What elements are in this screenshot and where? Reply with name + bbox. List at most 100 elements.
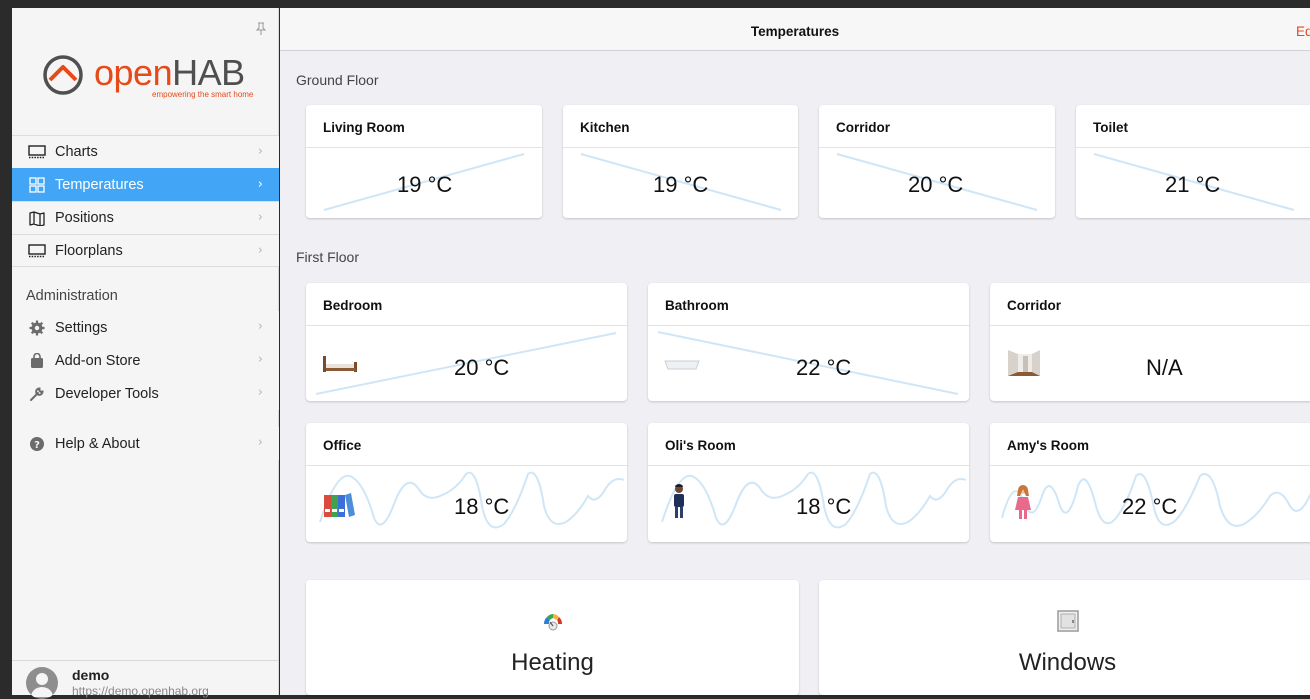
card-body: 18 °C: [306, 466, 627, 542]
room-card-bedroom[interactable]: Bedroom 20 °C: [306, 283, 627, 401]
card-title: Amy's Room: [990, 423, 1310, 466]
room-card-office[interactable]: Office 18 °C: [306, 423, 627, 542]
temperature-value: 20 °C: [454, 355, 510, 380]
admin-nav: Settings › Add-on Store › Developer Tool…: [12, 311, 279, 410]
bathtub-icon: [664, 360, 700, 370]
corridor-icon: [1008, 350, 1040, 376]
gear-icon: [26, 320, 48, 336]
tile-label: Heating: [511, 649, 594, 676]
room-card-corridor[interactable]: Corridor 20 °C: [819, 105, 1055, 218]
chevron-right-icon: ›: [257, 385, 263, 400]
user-url: https://demo.openhab.org: [72, 684, 209, 698]
edit-button[interactable]: Edit: [1296, 24, 1310, 39]
sidebar-item-label: Charts: [55, 144, 98, 160]
logo-mark-icon: [43, 55, 83, 95]
sidebar-item-positions[interactable]: Positions ›: [12, 201, 279, 234]
sidebar-item-charts[interactable]: Charts ›: [12, 135, 279, 168]
sidebar: openHAB empowering the smart home Charts…: [12, 8, 279, 699]
room-card-olis-room[interactable]: Oli's Room 18 °C: [648, 423, 969, 542]
chevron-right-icon: ›: [257, 319, 263, 334]
room-card-kitchen[interactable]: Kitchen 19 °C: [563, 105, 798, 218]
sidebar-item-label: Temperatures: [55, 177, 144, 193]
card-body: 22 °C: [990, 466, 1310, 542]
sidebar-item-settings[interactable]: Settings ›: [12, 311, 279, 344]
help-nav: ? Help & About ›: [12, 427, 279, 460]
user-name: demo: [72, 667, 110, 683]
floorplan-display-icon: [26, 243, 48, 259]
card-body: 21 °C: [1076, 148, 1310, 218]
logo-tagline: empowering the smart home: [152, 90, 254, 99]
pin-icon[interactable]: [256, 22, 266, 36]
card-body: 20 °C: [306, 326, 627, 401]
sidebar-item-label: Add-on Store: [55, 352, 141, 369]
chart-display-icon: [26, 144, 48, 160]
logo-open-text: open: [94, 52, 173, 93]
room-card-corridor-first-floor[interactable]: Corridor N/A: [990, 283, 1310, 401]
grid-icon: [26, 177, 48, 193]
temperature-value: 19 °C: [653, 172, 709, 197]
wrench-icon: [26, 386, 48, 402]
card-body: 19 °C: [306, 148, 542, 218]
card-title: Bathroom: [648, 283, 969, 326]
window-icon: [1056, 610, 1079, 632]
temperature-value: 22 °C: [1122, 494, 1178, 519]
girl-icon: [1015, 485, 1031, 519]
sidebar-item-help-about[interactable]: ? Help & About ›: [12, 427, 279, 460]
ground-floor-heading: Ground Floor: [296, 72, 379, 88]
room-card-living-room[interactable]: Living Room 19 °C: [306, 105, 542, 218]
page-title: Temperatures: [750, 24, 840, 39]
card-title: Oli's Room: [648, 423, 969, 466]
sidebar-item-label: Help & About: [55, 435, 140, 452]
tile-heating[interactable]: Heating: [306, 580, 799, 695]
sidebar-item-label: Settings: [55, 319, 108, 336]
card-body: 20 °C: [819, 148, 1055, 218]
app-frame: openHAB empowering the smart home Charts…: [0, 0, 1310, 699]
help-icon: ?: [26, 436, 48, 452]
chevron-right-icon: ›: [257, 210, 263, 225]
card-body: 18 °C: [648, 466, 969, 542]
map-icon: [26, 210, 48, 226]
temperature-value: 19 °C: [397, 172, 453, 197]
sidebar-item-developer-tools[interactable]: Developer Tools ›: [12, 377, 279, 410]
shopping-bag-icon: [26, 352, 48, 369]
svg-text:?: ?: [34, 440, 40, 451]
heating-gauge-icon: [543, 614, 562, 631]
sidebar-item-floorplans[interactable]: Floorplans ›: [12, 234, 279, 267]
chevron-right-icon: ›: [257, 435, 263, 450]
boy-icon: [674, 484, 684, 518]
temperature-value: 18 °C: [454, 494, 510, 519]
main-nav: Charts › Temperatures › Positions › Floo…: [12, 135, 279, 267]
first-floor-heading: First Floor: [296, 249, 359, 265]
sidebar-item-label: Positions: [55, 210, 114, 226]
card-title: Kitchen: [563, 105, 798, 148]
bed-icon: [323, 356, 357, 372]
card-body: N/A: [990, 326, 1310, 401]
logo-hab-text: HAB: [172, 52, 245, 93]
temperature-value: 21 °C: [1165, 172, 1221, 197]
user-profile[interactable]: demo https://demo.openhab.org: [12, 660, 279, 699]
sidebar-item-addon-store[interactable]: Add-on Store ›: [12, 344, 279, 377]
office-binders-icon: [324, 493, 355, 517]
chevron-right-icon: ›: [257, 144, 263, 159]
card-title: Bedroom: [306, 283, 627, 326]
room-card-bathroom[interactable]: Bathroom 22 °C: [648, 283, 969, 401]
temperature-value: 22 °C: [796, 355, 852, 380]
card-title: Corridor: [990, 283, 1310, 326]
sidebar-item-label: Floorplans: [55, 242, 123, 259]
temperature-value: 18 °C: [796, 494, 852, 519]
top-bar: Temperatures Edit: [280, 8, 1310, 51]
administration-heading: Administration: [26, 288, 118, 304]
room-card-toilet[interactable]: Toilet 21 °C: [1076, 105, 1310, 218]
card-title: Living Room: [306, 105, 542, 148]
chevron-right-icon: ›: [257, 352, 263, 367]
room-card-amys-room[interactable]: Amy's Room 22 °C: [990, 423, 1310, 542]
sidebar-item-label: Developer Tools: [55, 385, 159, 402]
chevron-right-icon: ›: [257, 243, 263, 258]
logo-wordmark: openHAB: [94, 52, 245, 94]
temperature-value: N/A: [1146, 355, 1183, 380]
tile-windows[interactable]: Windows: [819, 580, 1310, 695]
card-title: Office: [306, 423, 627, 466]
sidebar-item-temperatures[interactable]: Temperatures ›: [12, 168, 279, 201]
card-body: 22 °C: [648, 326, 969, 401]
temperature-value: 20 °C: [908, 172, 964, 197]
